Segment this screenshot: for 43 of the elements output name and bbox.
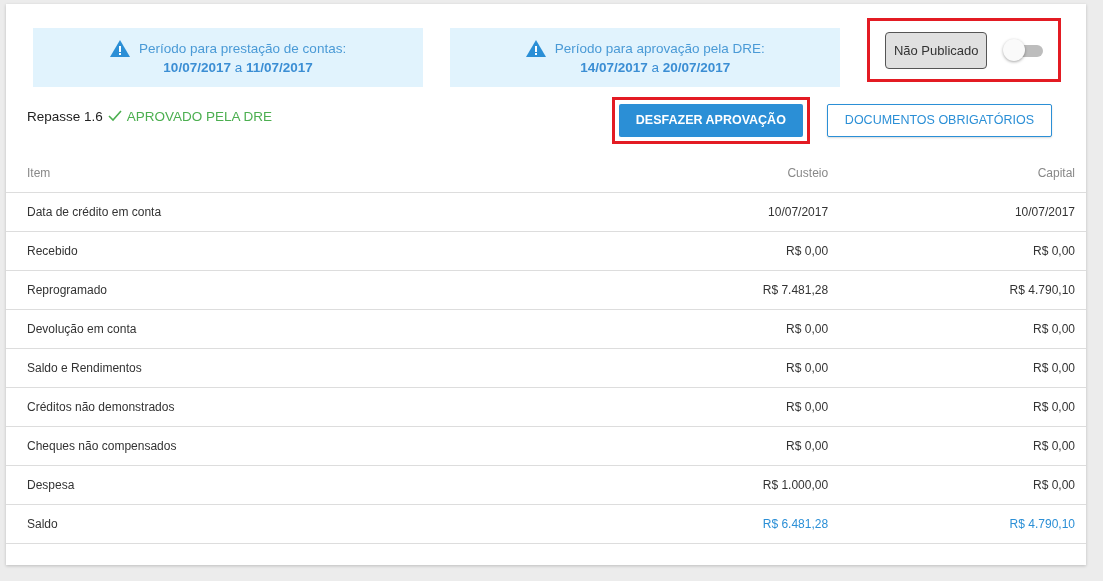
notice-dates: 10/07/2017 a 11/07/2017 xyxy=(162,60,313,75)
table-cell: R$ 0,00 xyxy=(839,231,1086,271)
column-header: Capital xyxy=(839,154,1086,193)
table-cell: R$ 0,00 xyxy=(839,309,1086,349)
column-header: Item xyxy=(6,154,593,193)
table-cell: R$ 7.481,28 xyxy=(592,270,840,310)
table-cell: R$ 0,00 xyxy=(592,426,840,466)
check-icon xyxy=(107,110,122,122)
table-cell: R$ 0,00 xyxy=(592,231,840,271)
table-cell: Saldo xyxy=(6,504,593,544)
table-cell: R$ 1.000,00 xyxy=(592,465,840,505)
table-cell: R$ 0,00 xyxy=(592,348,840,388)
notice-dates: 14/07/2017 a 20/07/2017 xyxy=(579,60,731,75)
table-cell: R$ 6.481,28 xyxy=(592,504,840,544)
table-cell: Despesa xyxy=(6,465,593,505)
table-cell: Data de crédito em conta xyxy=(6,192,593,232)
notice-label: Período para prestação de contas: xyxy=(139,41,347,56)
table-cell: Recebido xyxy=(6,231,593,271)
table-cell: R$ 4.790,10 xyxy=(839,504,1086,544)
publish-toggle[interactable] xyxy=(1003,38,1044,62)
table-cell: Devolução em conta xyxy=(6,309,593,349)
table-cell: Cheques não compensados xyxy=(6,426,593,466)
table-cell: R$ 0,00 xyxy=(592,309,840,349)
table-cell: Reprogramado xyxy=(6,270,593,310)
approval-status: APROVADO PELA DRE xyxy=(126,108,273,124)
table-cell: Saldo e Rendimentos xyxy=(6,348,593,388)
table-cell: 10/07/2017 xyxy=(839,192,1086,232)
table-cell: 10/07/2017 xyxy=(592,192,840,232)
table-cell: R$ 0,00 xyxy=(592,387,840,427)
table-cell: R$ 4.790,10 xyxy=(839,270,1086,310)
table-cell: R$ 0,00 xyxy=(839,465,1086,505)
table-cell: R$ 0,00 xyxy=(839,426,1086,466)
repasse-title: Repasse 1.6 xyxy=(27,108,103,124)
undo-approval-button[interactable]: DESFAZER APROVAÇÃO xyxy=(618,103,803,137)
column-header: Custeio xyxy=(592,154,840,193)
documents-button[interactable]: DOCUMENTOS OBRIGATÓRIOS xyxy=(826,103,1052,137)
notice-label: Período para aprovação pela DRE: xyxy=(554,41,765,56)
warning-icon xyxy=(110,40,130,57)
status-tag: Não Publicado xyxy=(884,31,988,69)
table-cell: Créditos não demonstrados xyxy=(6,387,593,427)
table-cell: R$ 0,00 xyxy=(839,348,1086,388)
table-cell: R$ 0,00 xyxy=(839,387,1086,427)
warning-icon xyxy=(525,40,546,57)
